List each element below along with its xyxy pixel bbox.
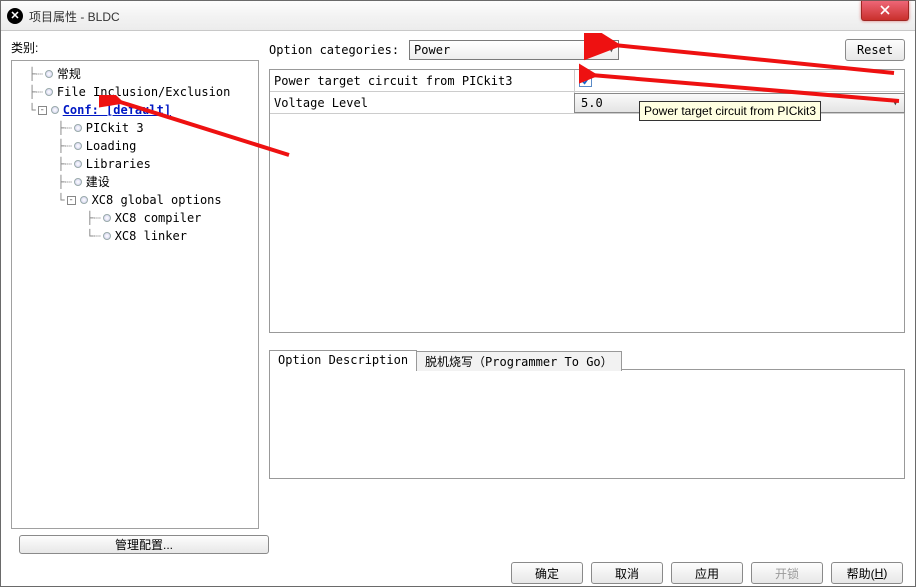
tree-node-file-inclusion[interactable]: File Inclusion/Exclusion [57,83,230,101]
ok-button[interactable]: 确定 [511,562,583,584]
chevron-down-icon: ▼ [609,45,614,55]
tab-option-description[interactable]: Option Description [269,350,417,370]
tree-node-xc8-compiler[interactable]: XC8 compiler [115,209,202,227]
unlock-button[interactable]: 开锁 [751,562,823,584]
tree-node-xc8-global[interactable]: XC8 global options [92,191,222,209]
opt-voltage-level-label: Voltage Level [270,92,575,113]
help-button[interactable]: 帮助(H) [831,562,903,584]
manage-configurations-button[interactable]: 管理配置... [19,535,269,554]
cancel-button[interactable]: 取消 [591,562,663,584]
tree-node-pickit3[interactable]: PICkit 3 [86,119,144,137]
window-title: 项目属性 - BLDC [29,7,861,25]
tree-node-xc8-linker[interactable]: XC8 linker [115,227,187,245]
option-description-box [269,369,905,479]
option-categories-value: Power [414,43,450,57]
opt-power-target-checkbox[interactable] [579,74,592,87]
app-icon: ✕ [7,8,23,24]
categories-label: 类别: [11,39,259,56]
title-bar: ✕ 项目属性 - BLDC [1,1,915,31]
reset-button[interactable]: Reset [845,39,905,61]
expander-icon[interactable]: - [67,196,76,205]
tooltip: Power target circuit from PICkit3 [639,101,821,121]
tree-node-general[interactable]: 常规 [57,65,81,83]
tree-node-libraries[interactable]: Libraries [86,155,151,173]
opt-voltage-level-value: 5.0 [581,96,603,110]
category-tree[interactable]: ├┈常规 ├┈File Inclusion/Exclusion └-Conf: … [11,60,259,529]
opt-power-target-label: Power target circuit from PICkit3 [270,70,575,91]
expander-icon[interactable]: - [38,106,47,115]
close-button[interactable] [861,1,909,21]
option-categories-label: Option categories: [269,43,399,57]
tree-node-loading[interactable]: Loading [86,137,137,155]
checkmark-icon [580,75,591,86]
apply-button[interactable]: 应用 [671,562,743,584]
tree-node-build[interactable]: 建设 [86,173,110,191]
chevron-down-icon: ▼ [893,98,898,108]
tab-programmer-to-go[interactable]: 脱机烧写（Programmer To Go） [416,351,622,371]
option-categories-select[interactable]: Power ▼ [409,40,619,60]
tree-node-conf-default[interactable]: Conf: [default] [63,101,171,119]
close-icon [880,5,890,15]
